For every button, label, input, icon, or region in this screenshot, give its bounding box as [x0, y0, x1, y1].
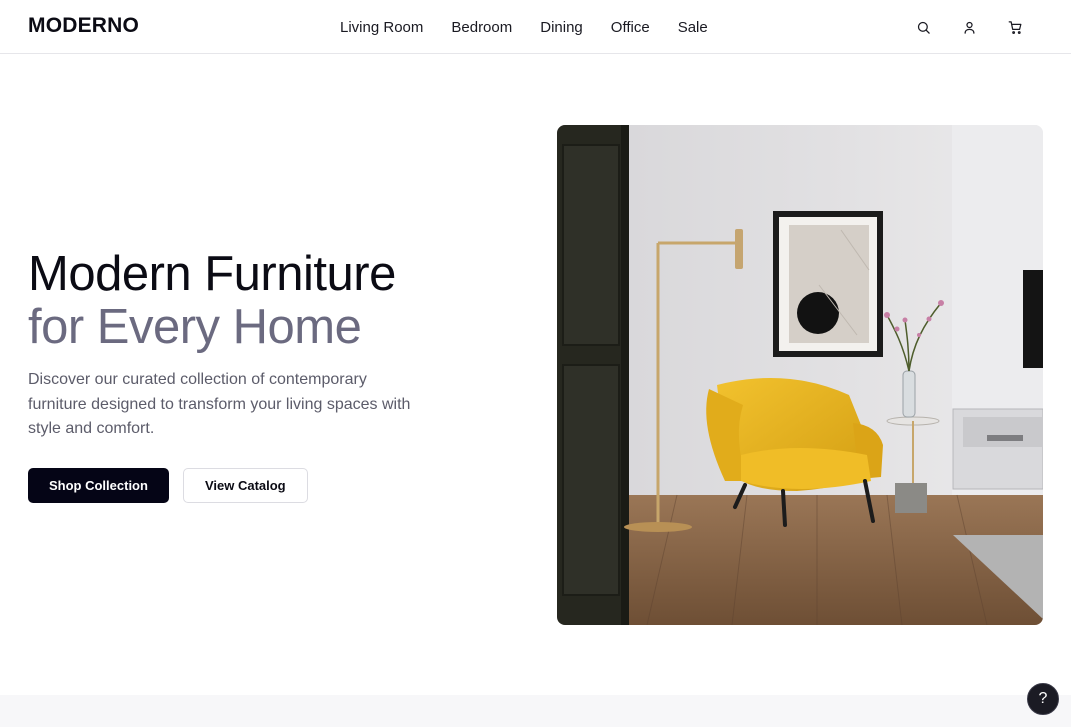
next-section: [0, 695, 1071, 727]
hero-description: Discover our curated collection of conte…: [28, 371, 411, 437]
living-room-illustration: [557, 125, 1043, 625]
help-button[interactable]: ?: [1027, 683, 1059, 715]
nav-item-living-room[interactable]: Living Room: [340, 19, 423, 36]
nav-item-bedroom[interactable]: Bedroom: [451, 19, 512, 36]
hero-content: Modern Furniture for Every Home Discover…: [28, 247, 448, 503]
brand-logo[interactable]: MODERNO: [28, 14, 139, 38]
help-icon: ?: [1038, 690, 1048, 707]
nav-item-dining[interactable]: Dining: [540, 19, 583, 36]
search-button[interactable]: [913, 17, 933, 37]
hero-title-line1: Modern Furniture: [28, 247, 396, 301]
hero-buttons: Shop Collection View Catalog: [28, 468, 308, 503]
shop-collection-button[interactable]: Shop Collection: [28, 468, 169, 503]
search-icon: [917, 21, 930, 34]
cart-button[interactable]: [1005, 17, 1025, 37]
user-icon: [964, 21, 974, 34]
view-catalog-button[interactable]: View Catalog: [182, 468, 308, 503]
account-button[interactable]: [959, 17, 979, 37]
nav-item-sale[interactable]: Sale: [678, 19, 708, 36]
hero-image: [557, 125, 1043, 625]
hero-title-line2: for Every Home: [28, 300, 362, 354]
header-actions: [913, 17, 1025, 37]
site-header: MODERNO Living Room Bedroom Dining Offic…: [0, 0, 1071, 54]
main-nav: Living Room Bedroom Dining Office Sale: [340, 0, 708, 54]
nav-item-office[interactable]: Office: [611, 19, 650, 36]
cart-icon: [1008, 20, 1021, 34]
